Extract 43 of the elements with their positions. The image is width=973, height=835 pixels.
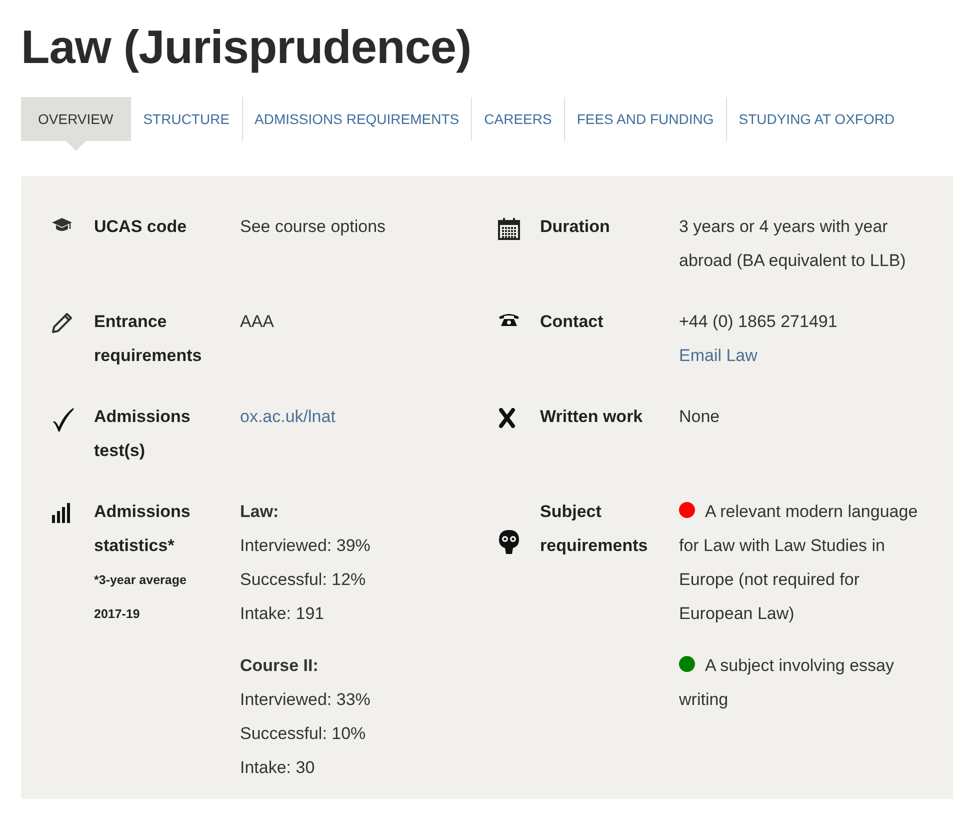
fact-value: None	[679, 406, 721, 428]
fact-value: 3 years or 4 years with year abroad (BA equivalent to LLB)	[679, 216, 907, 272]
pencil-icon	[52, 313, 72, 333]
requirement-text: A subject involving essay writing	[679, 656, 894, 709]
fact-note: 2017-19	[94, 606, 141, 623]
fact-label: Duration	[540, 216, 611, 238]
fact-value: Intake: 30	[240, 757, 316, 779]
tab[interactable]: FEES AND FUNDING	[564, 97, 726, 141]
tab[interactable]: STUDYING AT OXFORD	[726, 97, 907, 141]
fact-value: Intake: 191	[240, 603, 326, 625]
fact-label: Admissions test(s)	[94, 406, 192, 462]
head-icon	[498, 529, 520, 555]
fact-value: See course options	[240, 216, 387, 238]
fact-label: Contact	[540, 311, 604, 333]
fact-label: UCAS code	[94, 216, 188, 238]
tab[interactable]: STRUCTURE	[130, 97, 242, 141]
telephone-icon	[498, 313, 520, 327]
fact-value: Interviewed: 33%	[240, 689, 372, 711]
fact-value: +44 (0) 1865 271491	[679, 311, 838, 333]
graduation-cap-icon	[52, 218, 72, 232]
fact-value: Interviewed: 39%	[240, 535, 372, 557]
calendar-icon	[498, 218, 520, 240]
fact-label: Written work	[540, 406, 644, 428]
fact-label: Subject requirements	[540, 501, 649, 557]
fact-note: *3-year average	[94, 572, 188, 589]
fact-value: Successful: 12%	[240, 569, 367, 591]
fact-label: Admissions statistics*	[94, 501, 192, 557]
group-heading: Law:	[240, 501, 280, 523]
page-title: Law (Jurisprudence)	[21, 19, 472, 75]
tab-pointer-icon	[66, 141, 86, 151]
fact-link[interactable]: Email Law	[679, 346, 758, 365]
fact-value: AAA	[240, 311, 276, 333]
cross-icon	[498, 408, 516, 428]
tab[interactable]: CAREERS	[471, 97, 564, 141]
fact-value: Successful: 10%	[240, 723, 367, 745]
fact-link[interactable]: ox.ac.uk/lnat	[240, 407, 336, 426]
requirement-text: A relevant modern language for Law with Law Studies in Europe (not required for European Law)	[679, 502, 918, 623]
check-icon	[52, 408, 74, 432]
tab[interactable]: ADMISSIONS REQUIREMENTS	[242, 97, 472, 141]
tab[interactable]: OVERVIEW	[21, 97, 130, 141]
fact-label: Entrance requirements	[94, 311, 203, 367]
bar-chart-icon	[52, 503, 72, 523]
group-heading: Course II:	[240, 655, 320, 677]
